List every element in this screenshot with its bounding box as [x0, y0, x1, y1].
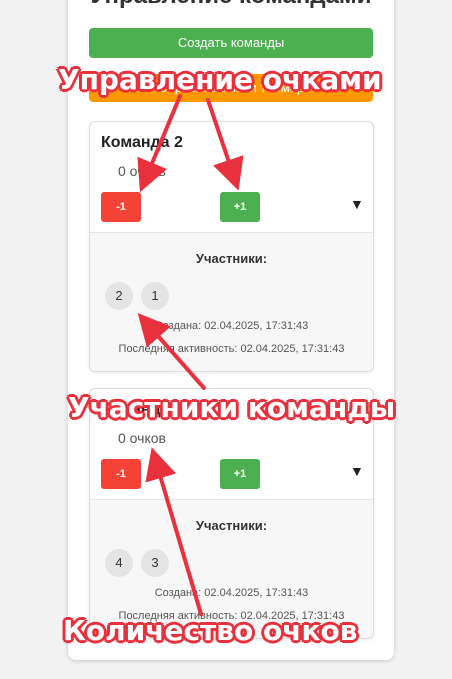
members-list: 4 3	[105, 549, 169, 577]
team-score: 0 очков	[118, 163, 166, 179]
chevron-down-icon[interactable]: ▼	[350, 463, 364, 479]
annotation-points-count: Количество очков	[63, 614, 358, 647]
page-title: Управление командами	[68, 0, 394, 12]
team-card-header: Команда 2 0 очков -1 +1 ▼	[90, 122, 373, 232]
chevron-down-icon[interactable]: ▼	[350, 196, 364, 212]
created-date: Создана: 02.04.2025, 17:31:43	[154, 320, 309, 332]
minus-point-button[interactable]: -1	[101, 459, 141, 489]
annotation-score-control: Управление очками	[58, 63, 382, 96]
annotation-team-members: Участники команды	[68, 391, 396, 424]
member-chip[interactable]: 2	[105, 282, 133, 310]
last-activity: Последняя активность: 02.04.2025, 17:31:…	[118, 343, 345, 355]
member-chip[interactable]: 4	[105, 549, 133, 577]
member-chip[interactable]: 3	[141, 549, 169, 577]
plus-point-button[interactable]: +1	[220, 192, 260, 222]
team-card: Команда 1 0 очков -1 +1 ▼ Участники: 4 3…	[89, 388, 374, 639]
members-title: Участники:	[195, 251, 268, 266]
team-name: Команда 2	[101, 134, 183, 151]
members-list: 2 1	[105, 282, 169, 310]
team-card: Команда 2 0 очков -1 +1 ▼ Участники: 2 1…	[89, 121, 374, 372]
minus-point-button[interactable]: -1	[101, 192, 141, 222]
created-date: Создана: 02.04.2025, 17:31:43	[154, 587, 309, 599]
team-details: Участники: 2 1 Создана: 02.04.2025, 17:3…	[90, 232, 373, 371]
members-title: Участники:	[195, 518, 268, 533]
team-score: 0 очков	[118, 430, 166, 446]
member-chip[interactable]: 1	[141, 282, 169, 310]
create-teams-button[interactable]: Создать команды	[89, 28, 373, 58]
plus-point-button[interactable]: +1	[220, 459, 260, 489]
